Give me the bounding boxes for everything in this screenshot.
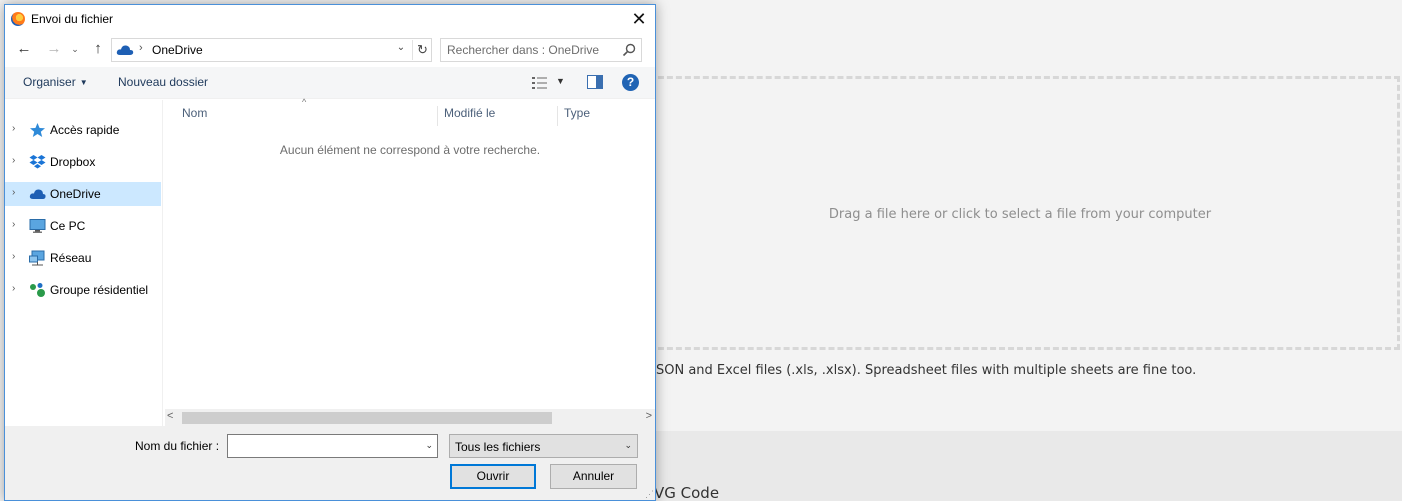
dialog-title: Envoi du fichier xyxy=(31,12,114,26)
nav-item-label: Accès rapide xyxy=(50,123,120,137)
homegroup-icon xyxy=(30,283,45,297)
file-type-value: Tous les fichiers xyxy=(455,440,541,454)
caret-down-icon: ▼ xyxy=(79,78,88,87)
drop-zone-text: Drag a file here or click to select a fi… xyxy=(828,207,1212,222)
organiser-menu[interactable]: Organiser ▼ xyxy=(23,75,88,89)
nav-item-label: Dropbox xyxy=(50,155,96,169)
column-header-nom[interactable]: Nom xyxy=(176,106,438,126)
search-input[interactable] xyxy=(447,42,617,58)
nav-item-label: Ce PC xyxy=(50,219,86,233)
chevron-down-icon[interactable]: ⌄ xyxy=(425,440,433,451)
address-bar-row: ← → ⌄ ↑ › OneDrive ⌄ ↻ xyxy=(5,35,655,65)
file-open-dialog: Envoi du fichier ✕ ← → ⌄ ↑ › OneDrive ⌄ … xyxy=(4,4,656,501)
filename-input[interactable] xyxy=(232,438,412,454)
dialog-footer: Nom du fichier : ⌄ Tous les fichiers ⌄ O… xyxy=(5,426,655,500)
open-button[interactable]: Ouvrir xyxy=(450,464,536,489)
navigation-pane: › Accès rapide › Dropbox › OneDrive › Ce… xyxy=(5,100,163,426)
up-button[interactable]: ↑ xyxy=(88,39,108,59)
filename-label: Nom du fichier : xyxy=(135,439,220,453)
nav-item-onedrive[interactable]: › OneDrive xyxy=(5,182,161,206)
horizontal-scrollbar[interactable]: < > xyxy=(165,409,655,426)
section-heading: VG Code xyxy=(654,484,720,501)
expand-chevron-icon[interactable]: › xyxy=(12,251,15,262)
onedrive-icon xyxy=(116,45,134,55)
help-icon[interactable]: ? xyxy=(622,74,639,91)
cancel-button[interactable]: Annuler xyxy=(550,464,637,489)
nav-item-acces-rapide[interactable]: › Accès rapide xyxy=(5,118,161,142)
svg-code-section xyxy=(640,431,1402,501)
expand-chevron-icon[interactable]: › xyxy=(12,155,15,166)
file-type-select[interactable]: Tous les fichiers ⌄ xyxy=(449,434,638,458)
expand-chevron-icon[interactable]: › xyxy=(12,283,15,294)
nav-item-label: Groupe résidentiel xyxy=(50,283,149,297)
search-icon[interactable] xyxy=(622,43,636,57)
empty-results-message: Aucun élément ne correspond à votre rech… xyxy=(279,143,541,157)
command-toolbar: Organiser ▼ Nouveau dossier ▼ ? xyxy=(5,67,655,99)
firefox-icon xyxy=(11,12,25,26)
close-button[interactable]: ✕ xyxy=(627,7,651,31)
scroll-right-icon[interactable]: > xyxy=(646,410,652,422)
scroll-left-icon[interactable]: < xyxy=(167,410,173,422)
expand-chevron-icon[interactable]: › xyxy=(12,187,15,198)
scrollbar-thumb[interactable] xyxy=(182,412,552,424)
search-box[interactable] xyxy=(440,38,642,62)
breadcrumb-onedrive[interactable]: OneDrive xyxy=(152,43,203,57)
view-details-icon[interactable] xyxy=(531,75,549,91)
file-list-pane: ^ Nom Modifié le Type Aucun élément ne c… xyxy=(165,97,655,426)
star-icon xyxy=(30,123,45,137)
dropbox-icon xyxy=(29,155,46,169)
supported-formats-text: SON and Excel files (.xls, .xlsx). Sprea… xyxy=(656,363,1197,378)
breadcrumb-separator: › xyxy=(139,42,143,54)
resize-grip-icon[interactable]: ⋰ xyxy=(645,489,654,500)
organiser-label: Organiser xyxy=(23,75,76,89)
computer-icon xyxy=(29,219,46,233)
network-icon xyxy=(29,250,45,266)
nav-item-reseau[interactable]: › Réseau xyxy=(5,246,161,270)
nav-item-dropbox[interactable]: › Dropbox xyxy=(5,150,161,174)
preview-pane-icon[interactable] xyxy=(587,75,603,89)
expand-chevron-icon[interactable]: › xyxy=(12,219,15,230)
refresh-icon[interactable]: ↻ xyxy=(412,40,432,60)
address-bar[interactable]: › OneDrive ⌄ ↻ xyxy=(111,38,432,62)
forward-button[interactable]: → xyxy=(44,39,64,59)
back-button[interactable]: ← xyxy=(14,39,34,59)
dialog-titlebar[interactable]: Envoi du fichier ✕ xyxy=(5,5,655,33)
new-folder-button[interactable]: Nouveau dossier xyxy=(118,75,208,89)
nav-item-groupe-residentiel[interactable]: › Groupe résidentiel xyxy=(5,278,161,302)
file-drop-zone[interactable]: Drag a file here or click to select a fi… xyxy=(640,76,1400,350)
filename-combobox[interactable]: ⌄ xyxy=(227,434,438,458)
nav-item-label: Réseau xyxy=(50,251,92,265)
onedrive-icon xyxy=(29,189,46,199)
recent-locations-button[interactable]: ⌄ xyxy=(68,39,82,59)
view-options-caret-icon[interactable]: ▼ xyxy=(556,76,565,86)
nav-item-label: OneDrive xyxy=(50,187,101,201)
column-header-type[interactable]: Type xyxy=(557,106,655,126)
nav-item-ce-pc[interactable]: › Ce PC xyxy=(5,214,161,238)
chevron-down-icon[interactable]: ⌄ xyxy=(393,42,409,53)
column-header-modifie-le[interactable]: Modifié le xyxy=(437,106,557,126)
expand-chevron-icon[interactable]: › xyxy=(12,123,15,134)
chevron-down-icon: ⌄ xyxy=(624,440,632,450)
